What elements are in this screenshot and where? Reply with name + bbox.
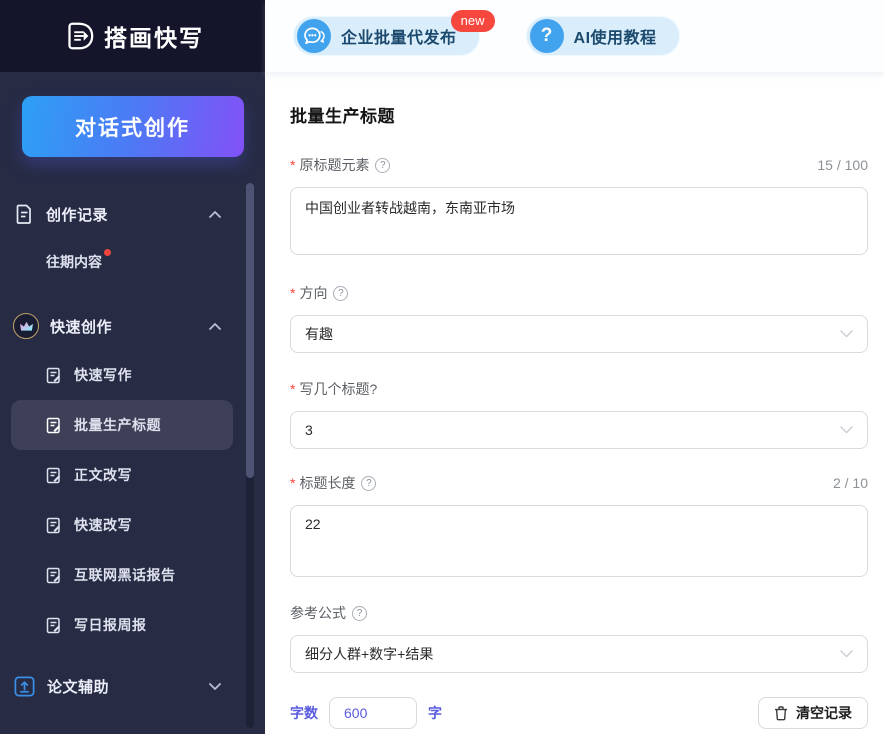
direction-select[interactable]: 有趣 xyxy=(290,315,868,353)
sidebar-item-quick-create[interactable]: 快速创作 xyxy=(0,302,265,350)
sidebar-item-quick-rewrite[interactable]: 快速改写 xyxy=(11,500,245,550)
brand-logo[interactable]: 搭画快写 xyxy=(0,0,265,72)
crown-icon xyxy=(13,313,39,339)
required-marker: * xyxy=(290,381,295,397)
required-marker: * xyxy=(290,285,295,301)
required-marker: * xyxy=(290,475,295,491)
paper-upload-icon xyxy=(13,675,36,698)
char-counter: 2 / 10 xyxy=(833,475,868,491)
field-label: 写几个标题? xyxy=(299,379,377,399)
edit-document-icon xyxy=(45,617,62,634)
sidebar-item-internet-jargon[interactable]: 互联网黑话报告 xyxy=(11,550,245,600)
topbar: 企业批量代发布 new ? AI使用教程 xyxy=(265,0,884,72)
enterprise-publish-button[interactable]: 企业批量代发布 new xyxy=(293,16,480,56)
question-icon: ? xyxy=(530,19,564,53)
help-icon[interactable]: ? xyxy=(352,606,367,621)
sidebar-item-label: 批量生产标题 xyxy=(74,415,161,435)
sidebar-item-label: 正文改写 xyxy=(74,465,132,485)
chevron-up-icon xyxy=(209,323,221,330)
footer-row: 字数 字 清空记录 xyxy=(290,697,868,729)
title-length-textarea[interactable]: 22 xyxy=(290,505,868,577)
edit-document-icon xyxy=(45,517,62,534)
chevron-down-icon xyxy=(209,683,221,690)
title-count-select-value: 3 xyxy=(305,422,313,438)
form-panel: 批量生产标题 * 原标题元素 ? 15 / 100 中国创业者转战越南，东南亚市… xyxy=(265,102,884,729)
dialog-create-button[interactable]: 对话式创作 xyxy=(22,96,244,157)
new-badge: new xyxy=(451,10,495,32)
ai-tutorial-label: AI使用教程 xyxy=(574,24,657,48)
sidebar-item-daily-report[interactable]: 写日报周报 xyxy=(11,600,245,650)
help-icon[interactable]: ? xyxy=(333,286,348,301)
field-formula-head: 参考公式 ? xyxy=(290,603,868,623)
trash-icon xyxy=(774,706,788,721)
formula-select[interactable]: 细分人群+数字+结果 xyxy=(290,635,868,673)
sidebar-item-label: 快速写作 xyxy=(74,365,132,385)
brand-name: 搭画快写 xyxy=(104,19,204,53)
sidebar-item-label: 快速改写 xyxy=(74,515,132,535)
required-marker: * xyxy=(290,157,295,173)
chevron-down-icon xyxy=(840,650,853,658)
field-label: 方向 xyxy=(299,283,327,303)
field-label: 原标题元素 xyxy=(299,155,369,175)
word-count-input[interactable] xyxy=(329,697,417,729)
edit-document-icon xyxy=(45,567,62,584)
field-title-count-head: * 写几个标题? xyxy=(290,379,868,399)
sidebar-item-label: 往期内容 xyxy=(46,252,102,272)
clear-records-label: 清空记录 xyxy=(796,703,852,723)
field-direction-head: * 方向 ? xyxy=(290,283,868,303)
logo-icon xyxy=(61,19,95,53)
word-count-unit: 字 xyxy=(428,703,442,723)
formula-select-value: 细分人群+数字+结果 xyxy=(305,644,433,664)
sidebar-item-paper-assist[interactable]: 论文辅助 xyxy=(0,662,265,710)
chevron-up-icon xyxy=(209,211,221,218)
help-icon[interactable]: ? xyxy=(375,158,390,173)
sidebar-item-label: 快速创作 xyxy=(50,316,112,337)
document-icon xyxy=(13,203,35,225)
sidebar-scrollbar-thumb[interactable] xyxy=(246,183,254,478)
main-area: 企业批量代发布 new ? AI使用教程 批量生产标题 * 原标题元素 ? 15… xyxy=(265,0,884,734)
direction-select-value: 有趣 xyxy=(305,324,333,344)
sidebar-nav: 创作记录 往期内容 快速创作 xyxy=(0,190,265,710)
title-count-select[interactable]: 3 xyxy=(290,411,868,449)
chevron-down-icon xyxy=(840,330,853,338)
enterprise-publish-label: 企业批量代发布 xyxy=(341,24,457,48)
sidebar-item-label: 创作记录 xyxy=(46,204,108,225)
chevron-down-icon xyxy=(840,426,853,434)
field-label: 参考公式 xyxy=(290,603,346,623)
field-title-length-head: * 标题长度 ? 2 / 10 xyxy=(290,473,868,493)
chat-bubbles-icon xyxy=(297,19,331,53)
page-title: 批量生产标题 xyxy=(290,102,868,127)
field-label: 标题长度 xyxy=(299,473,355,493)
sidebar-item-label: 互联网黑话报告 xyxy=(74,565,176,585)
sidebar-item-body-rewrite[interactable]: 正文改写 xyxy=(11,450,245,500)
sidebar-item-label: 写日报周报 xyxy=(74,615,147,635)
original-title-textarea[interactable]: 中国创业者转战越南，东南亚市场 xyxy=(290,187,868,255)
sidebar-item-records[interactable]: 创作记录 xyxy=(0,190,265,238)
char-counter: 15 / 100 xyxy=(817,157,868,173)
help-icon[interactable]: ? xyxy=(361,476,376,491)
sidebar-item-past-content[interactable]: 往期内容 xyxy=(0,238,265,284)
sidebar: 搭画快写 对话式创作 创作记录 往期内容 xyxy=(0,0,265,734)
edit-document-icon xyxy=(45,467,62,484)
app-window: 搭画快写 对话式创作 创作记录 往期内容 xyxy=(0,0,884,734)
sidebar-item-label: 论文辅助 xyxy=(47,676,109,697)
edit-document-icon xyxy=(45,417,62,434)
word-count-label: 字数 xyxy=(290,703,318,723)
ai-tutorial-button[interactable]: ? AI使用教程 xyxy=(526,16,680,56)
edit-document-icon xyxy=(45,367,62,384)
notification-dot xyxy=(104,249,111,256)
field-original-title-head: * 原标题元素 ? 15 / 100 xyxy=(290,155,868,175)
sidebar-item-batch-titles[interactable]: 批量生产标题 xyxy=(11,400,233,450)
clear-records-button[interactable]: 清空记录 xyxy=(758,697,868,729)
sidebar-item-quick-write[interactable]: 快速写作 xyxy=(11,350,245,400)
